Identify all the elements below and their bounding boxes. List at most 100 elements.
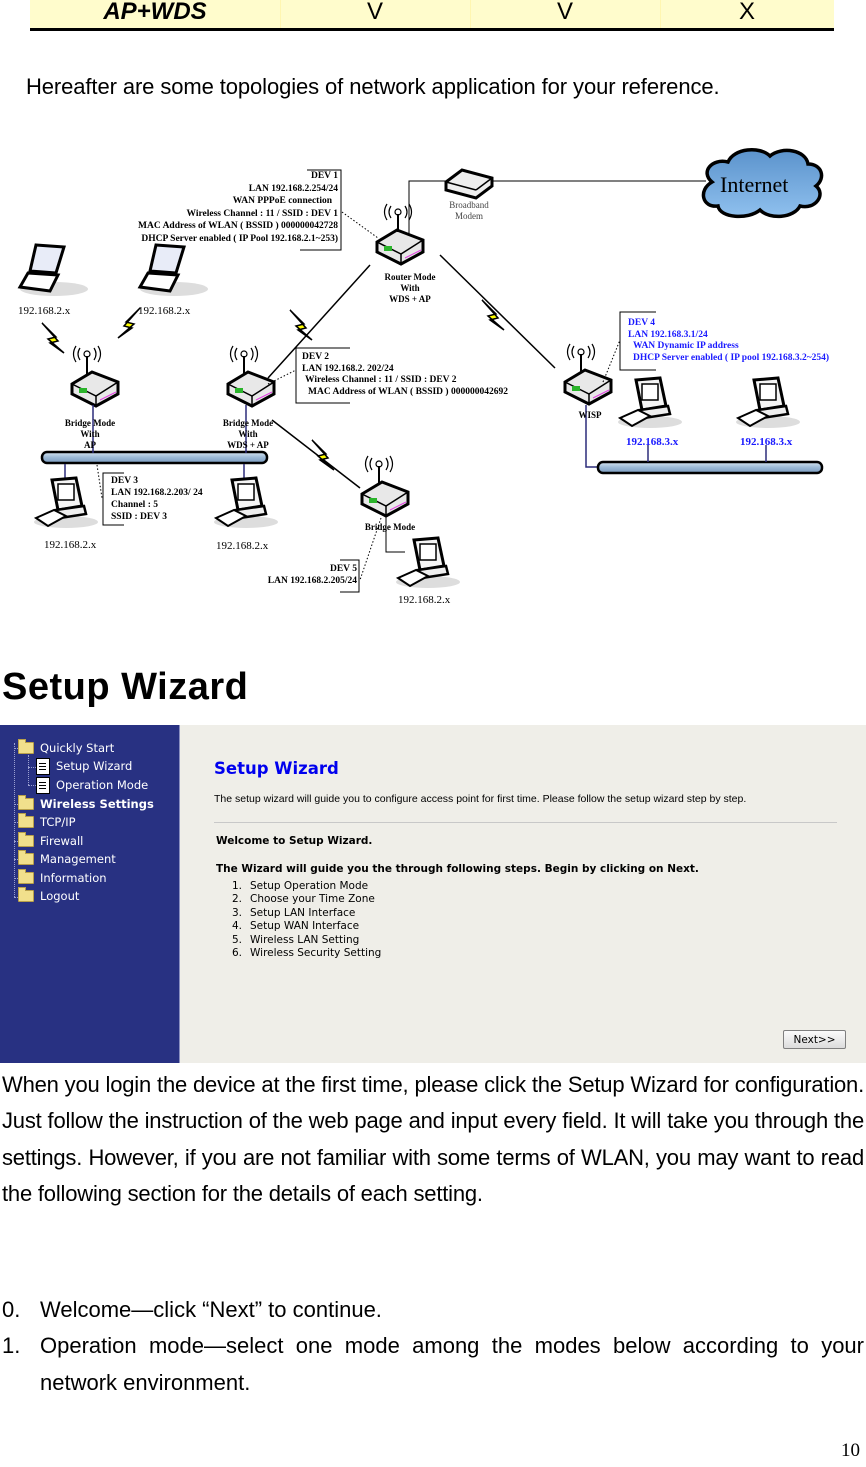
sidebar-item-logout[interactable]: Logout [18, 887, 79, 905]
label-line: With [80, 429, 100, 439]
dev4-line: DHCP Server enabled ( IP pool 192.168.3.… [633, 352, 830, 363]
sidebar-item-wireless-settings[interactable]: Wireless Settings [18, 795, 154, 813]
list-text: Operation mode—select one mode among the… [40, 1333, 864, 1395]
step-number: 3. [232, 906, 243, 919]
dev3-line: SSID : DEV 3 [111, 512, 168, 522]
wizard-step: 6. Wireless Security Setting [232, 947, 381, 960]
sidebar-item-setup-wizard[interactable]: Setup Wizard [36, 757, 132, 775]
sidebar-item-management[interactable]: Management [18, 850, 116, 868]
dev2-info: DEV 2 LAN 192.168.2. 202/24 Wireless Cha… [302, 352, 508, 398]
bridge-wds-label: Bridge Mode With WDS + AP [206, 418, 290, 451]
label-line: With [238, 429, 258, 439]
wizard-step: 1. Setup Operation Mode [232, 880, 381, 893]
label-line: WDS + AP [227, 440, 269, 450]
sidebar-item-label: Logout [40, 889, 80, 903]
wizard-step: 5. Wireless LAN Setting [232, 934, 381, 947]
sidebar-item-operation-mode[interactable]: Operation Mode [36, 776, 148, 794]
antenna-icon [566, 343, 596, 373]
sidebar-item-information[interactable]: Information [18, 869, 107, 887]
ip-label: 192.168.2.x [216, 540, 269, 552]
dev4-info: DEV 4 LAN 192.168.3.1/24 WAN Dynamic IP … [628, 318, 829, 364]
router-icon [563, 368, 613, 406]
dev1-line: MAC Address of WLAN ( BSSID ) 0000000427… [138, 221, 338, 232]
document-icon [36, 757, 50, 775]
list-item: 1. Operation mode—select one mode among t… [2, 1328, 864, 1401]
page-number: 10 [841, 1440, 860, 1461]
sidebar-item-label: Information [40, 871, 107, 885]
wireless-link-icon [41, 322, 65, 354]
dev5-line: LAN 192.168.2.205/24 [267, 576, 357, 586]
list-number: 0. [2, 1297, 21, 1322]
setup-wizard-screenshot: Quickly Start Setup Wizard Operation Mod… [0, 725, 866, 1063]
dev4-line: WAN Dynamic IP address [633, 341, 739, 351]
bridge-mode-label: Bridge Mode [364, 522, 416, 532]
dev5-line: DEV 5 [329, 564, 357, 574]
list-item: 0. Welcome—click “Next” to continue. [2, 1292, 864, 1328]
antenna-icon [364, 455, 394, 485]
step-label: Setup LAN Interface [250, 906, 356, 919]
dev5-info: DEV 5 LAN 192.168.2.205/24 [240, 563, 357, 587]
guide-text: The Wizard will guide you the through fo… [216, 863, 699, 875]
folder-icon [18, 813, 34, 828]
sidebar-item-quickly-start[interactable]: Quickly Start [18, 739, 114, 757]
divider [214, 822, 837, 823]
label-line: With [400, 283, 420, 293]
laptop-icon [138, 243, 210, 298]
dev2-line: LAN 192.168.2. 202/24 [302, 363, 394, 374]
section-title: Setup Wizard [2, 666, 249, 708]
wizard-step: 2. Choose your Time Zone [232, 893, 381, 906]
step-number: 5. [232, 933, 243, 946]
dev1-line: DHCP Server enabled ( IP Pool 192.168.2.… [141, 233, 338, 244]
dev2-line: Wireless Channel : 11 / SSID : DEV 2 [305, 375, 457, 385]
ip-label: 192.168.3.x [626, 436, 679, 448]
ip-label: 192.168.3.x [740, 436, 793, 448]
wisp-label: WISP [578, 410, 602, 420]
dev1-line: Wireless Channel : 11 / SSID : DEV 1 [186, 208, 339, 219]
bridge-ap-label: Bridge Mode With AP [50, 418, 130, 451]
mode-support-cell: V [366, 0, 383, 25]
desktop-pc-icon [616, 376, 684, 430]
dev3-line: Channel : 5 [111, 500, 158, 510]
network-topology-diagram: Internet Broadband Modem Router Mode Wit… [0, 120, 866, 620]
sidebar-item-label: TCP/IP [40, 815, 76, 829]
dev4-line: LAN 192.168.3.1/24 [628, 329, 708, 340]
wizard-step: 4. Setup WAN Interface [232, 920, 381, 933]
step-label: Wireless Security Setting [250, 947, 382, 960]
document-icon [36, 776, 50, 794]
label-line: Bridge Mode [222, 418, 274, 428]
folder-open-icon [18, 739, 34, 754]
sidebar-item-firewall[interactable]: Firewall [18, 832, 83, 850]
mode-name-cell: AP+WDS [103, 0, 207, 25]
internet-label: Internet [720, 172, 789, 197]
folder-icon [18, 832, 34, 847]
antenna-icon [383, 203, 413, 233]
tree-connector [14, 743, 15, 897]
sidebar-item-tcpip[interactable]: TCP/IP [18, 813, 76, 831]
router-icon [360, 480, 410, 518]
label-line: AP [84, 440, 96, 450]
sidebar-item-label: Firewall [40, 834, 84, 848]
folder-icon [18, 850, 34, 865]
wizard-step: 3. Setup LAN Interface [232, 907, 381, 920]
modem-label-line: Broadband [449, 200, 489, 210]
folder-icon [18, 869, 34, 884]
broadband-modem-icon [444, 168, 494, 200]
step-number: 4. [232, 920, 243, 933]
step-number: 1. [232, 880, 243, 892]
dev3-line: DEV 3 [111, 476, 139, 486]
label-line: Router Mode [384, 272, 436, 282]
steps-list: 0. Welcome—click “Next” to continue. 1. Op… [2, 1292, 864, 1401]
label-line: Bridge Mode [64, 418, 116, 428]
sidebar-item-label: Setup Wizard [56, 759, 133, 773]
list-number: 1. [2, 1333, 21, 1359]
router-icon [70, 370, 120, 408]
label-line: WDS + AP [389, 294, 431, 304]
next-button[interactable]: Next>> [783, 1030, 846, 1049]
lan-bus-bar [596, 460, 824, 475]
wizard-title: Setup Wizard [214, 759, 339, 778]
mode-support-cell: X [738, 0, 755, 25]
intro-text: Hereafter are some topologies of network… [26, 74, 720, 99]
step-number: 6. [232, 947, 243, 960]
sidebar-item-label: Management [40, 852, 116, 866]
folder-icon [18, 887, 34, 902]
